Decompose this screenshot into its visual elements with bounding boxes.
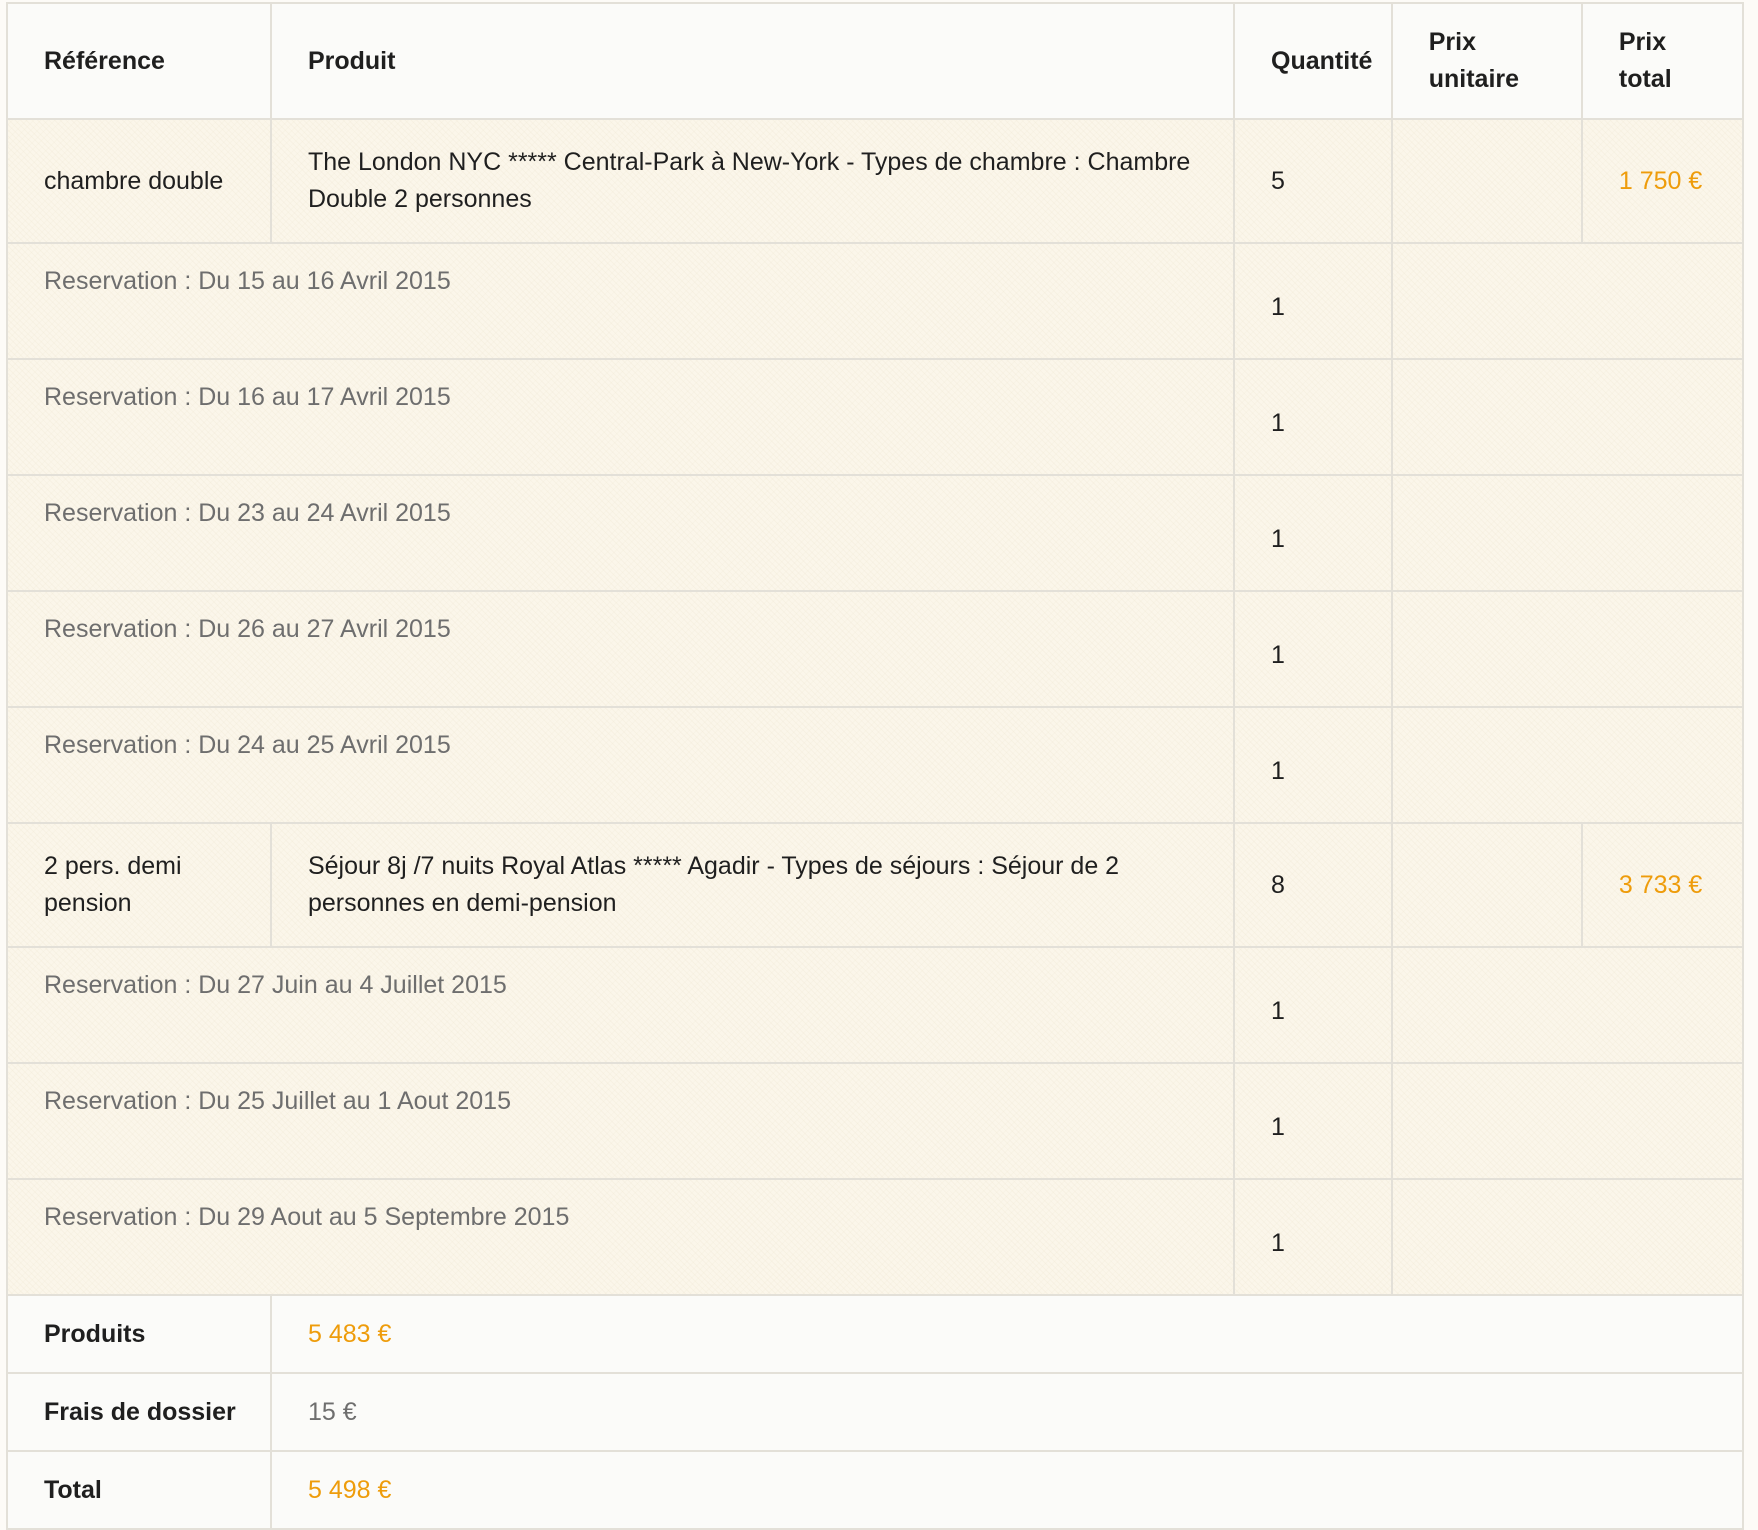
product-unit-price xyxy=(1390,822,1583,948)
reservation-row: Reservation : Du 27 Juin au 4 Juillet 20… xyxy=(5,946,1745,1064)
table-header-row: Référence Produit Quantité Prix unitaire … xyxy=(6,2,1745,120)
summary-products-value: 5 483 € xyxy=(269,1294,1745,1374)
reservation-quantity: 1 xyxy=(1233,590,1393,708)
header-total-price-line1: Prix xyxy=(1618,28,1667,56)
reservation-label: Reservation : Du 29 Aout au 5 Septembre … xyxy=(5,1178,1236,1296)
reservation-row: Reservation : Du 15 au 16 Avril 2015 1 xyxy=(5,242,1745,360)
product-row: chambre double The London NYC ***** Cent… xyxy=(6,118,1745,244)
summary-total-row: Total 5 498 € xyxy=(6,1450,1745,1530)
summary-fees-row: Frais de dossier 15 € xyxy=(6,1372,1745,1452)
reservation-label: Reservation : Du 16 au 17 Avril 2015 xyxy=(5,358,1236,476)
reservation-price-cell xyxy=(1390,1178,1745,1296)
reservation-row: Reservation : Du 29 Aout au 5 Septembre … xyxy=(5,1178,1745,1296)
header-unit-price: Prix unitaire xyxy=(1390,2,1583,120)
reservation-row: Reservation : Du 24 au 25 Avril 2015 1 xyxy=(5,706,1745,824)
product-quantity: 8 xyxy=(1233,822,1393,948)
header-total-price: Prix total xyxy=(1580,2,1745,120)
header-unit-price-line2: unitaire xyxy=(1428,65,1520,93)
product-total-price: 3 733 € xyxy=(1580,822,1745,948)
header-total-price-line2: total xyxy=(1618,65,1672,93)
summary-fees-value: 15 € xyxy=(269,1372,1745,1452)
reservation-label: Reservation : Du 27 Juin au 4 Juillet 20… xyxy=(5,946,1236,1064)
product-quantity: 5 xyxy=(1233,118,1393,244)
reservation-label: Reservation : Du 26 au 27 Avril 2015 xyxy=(5,590,1236,708)
reservation-price-cell xyxy=(1390,1062,1745,1180)
header-product: Produit xyxy=(269,2,1236,120)
summary-fees-label: Frais de dossier xyxy=(6,1372,272,1452)
reservation-quantity: 1 xyxy=(1233,474,1393,592)
header-quantity: Quantité xyxy=(1233,2,1393,120)
reservation-quantity: 1 xyxy=(1233,1178,1393,1296)
reservation-quantity: 1 xyxy=(1233,706,1393,824)
reservation-price-cell xyxy=(1390,358,1745,476)
summary-products-row: Produits 5 483 € xyxy=(6,1294,1745,1374)
reservation-label: Reservation : Du 25 Juillet au 1 Aout 20… xyxy=(5,1062,1236,1180)
product-name: Séjour 8j /7 nuits Royal Atlas ***** Aga… xyxy=(269,822,1236,948)
product-row: 2 pers. demi pension Séjour 8j /7 nuits … xyxy=(6,822,1745,948)
product-reference: 2 pers. demi pension xyxy=(6,822,272,948)
reservation-price-cell xyxy=(1390,946,1745,1064)
reservation-label: Reservation : Du 23 au 24 Avril 2015 xyxy=(5,474,1236,592)
reservation-price-cell xyxy=(1390,590,1745,708)
reservation-label: Reservation : Du 15 au 16 Avril 2015 xyxy=(5,242,1236,360)
summary-products-label: Produits xyxy=(6,1294,272,1374)
reservation-price-cell xyxy=(1390,706,1745,824)
reservation-row: Reservation : Du 26 au 27 Avril 2015 1 xyxy=(5,590,1745,708)
reservation-quantity: 1 xyxy=(1233,946,1393,1064)
reservation-label: Reservation : Du 24 au 25 Avril 2015 xyxy=(5,706,1236,824)
product-reference: chambre double xyxy=(6,118,272,244)
reservation-quantity: 1 xyxy=(1233,242,1393,360)
product-unit-price xyxy=(1390,118,1583,244)
summary-total-value: 5 498 € xyxy=(269,1450,1745,1530)
reservation-row: Reservation : Du 23 au 24 Avril 2015 1 xyxy=(5,474,1745,592)
header-unit-price-line1: Prix xyxy=(1428,28,1476,56)
reservation-quantity: 1 xyxy=(1233,358,1393,476)
header-reference: Référence xyxy=(6,2,272,120)
reservation-price-cell xyxy=(1390,474,1745,592)
summary-total-label: Total xyxy=(6,1450,272,1530)
reservation-quantity: 1 xyxy=(1233,1062,1393,1180)
order-table: Référence Produit Quantité Prix unitaire … xyxy=(5,2,1745,1530)
reservation-row: Reservation : Du 16 au 17 Avril 2015 1 xyxy=(5,358,1745,476)
product-name: The London NYC ***** Central-Park à New-… xyxy=(269,118,1236,244)
product-total-price: 1 750 € xyxy=(1580,118,1745,244)
reservation-row: Reservation : Du 25 Juillet au 1 Aout 20… xyxy=(5,1062,1745,1180)
reservation-price-cell xyxy=(1390,242,1745,360)
